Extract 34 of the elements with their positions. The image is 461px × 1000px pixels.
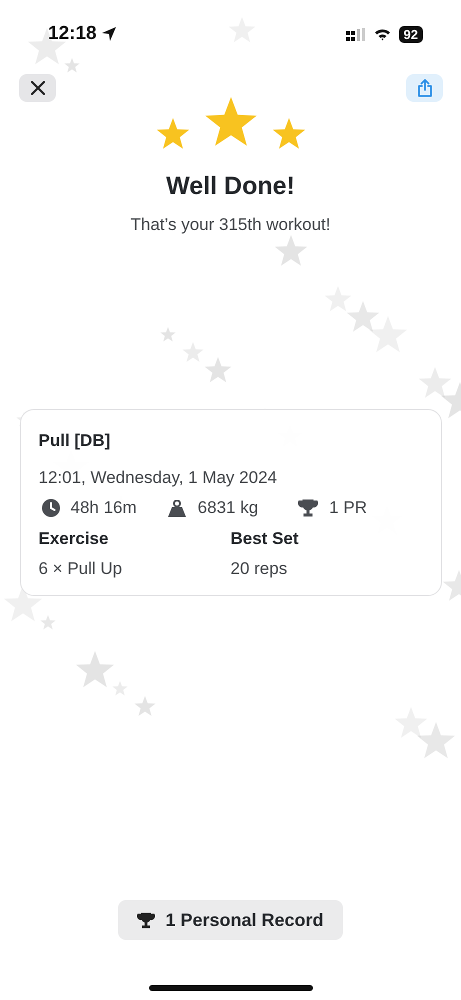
background-star [134,696,156,716]
status-time: 12:18 [48,23,97,45]
background-star [369,316,407,352]
column-heading: Exercise [38,529,110,549]
wifi-icon [374,28,391,40]
clock-icon [42,499,60,517]
stat-value: 48h 16m [70,498,137,518]
share-icon [416,79,432,97]
location-arrow-icon [100,26,117,42]
stat-value: 6831 kg [198,498,258,518]
personal-record-button[interactable]: 1 Personal Record [118,900,343,940]
signal-icon [346,28,366,40]
column-value: 6 × Pull Up [38,559,124,579]
background-star [160,327,176,342]
weight-icon [166,500,187,516]
subtitle: That’s your 315th workout! [130,215,330,235]
stat-value: 1 PR [329,498,367,518]
close-icon [30,80,46,96]
workout-name: Pull [DB] [38,431,112,451]
share-button[interactable] [406,74,443,102]
workout-date: 12:01, Wednesday, 1 May 2024 [38,468,278,488]
background-star [442,570,461,601]
headline: Well Done! [166,172,295,201]
background-star [346,301,380,332]
background-star [394,707,428,738]
background-star [417,722,455,758]
trophy-icon [298,499,318,517]
background-star [204,357,232,382]
background-star [274,235,308,266]
column-heading: Best Set [230,529,300,549]
battery-level: 92 [398,26,423,42]
close-button[interactable] [19,74,56,102]
column-value: 20 reps [230,559,288,579]
trophy-icon [137,912,156,928]
